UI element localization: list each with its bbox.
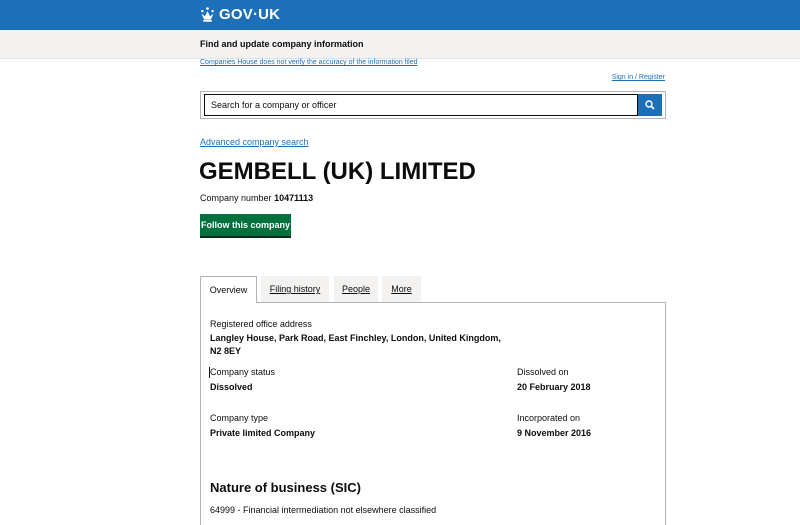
tab-filing-history[interactable]: Filing history [261, 276, 329, 302]
registered-office-label: Registered office address [210, 319, 312, 329]
search-icon [645, 100, 655, 110]
service-bar [0, 30, 800, 59]
company-type-label: Company type [210, 413, 269, 423]
advanced-search-link[interactable]: Advanced company search [200, 137, 309, 147]
follow-company-button[interactable]: Follow this company [200, 214, 291, 236]
search-input[interactable] [204, 94, 638, 116]
registered-office-line2: N2 8EY [210, 346, 242, 356]
dissolved-on-value: 20 February 2018 [517, 382, 591, 392]
govuk-header: GOV·UK [0, 0, 800, 30]
company-status-value: Dissolved [210, 382, 253, 392]
govuk-logo-link[interactable]: GOV·UK [219, 6, 280, 23]
tab-more[interactable]: More [382, 276, 421, 302]
crown-icon [201, 7, 214, 22]
company-name: GEMBELL (UK) LIMITED [199, 158, 476, 185]
service-name-link[interactable]: Find and update company information [200, 39, 364, 49]
company-type-value: Private limited Company [210, 428, 316, 438]
company-number-value: 10471113 [274, 193, 314, 203]
search-button[interactable] [638, 94, 662, 116]
company-number-label: Company number [200, 193, 272, 203]
search-form [200, 91, 666, 119]
dissolved-on-label: Dissolved on [517, 367, 569, 377]
tab-overview[interactable]: Overview [200, 276, 257, 303]
sic-item: 64999 - Financial intermediation not els… [210, 505, 437, 515]
incorporated-on-label: Incorporated on [517, 413, 581, 423]
sic-heading: Nature of business (SIC) [210, 480, 361, 495]
registered-office-line1: Langley House, Park Road, East Finchley,… [210, 333, 501, 343]
tab-people[interactable]: People [334, 276, 378, 302]
company-number: Company number 10471113 [200, 193, 313, 203]
incorporated-on-value: 9 November 2016 [517, 428, 592, 438]
signin-register-link[interactable]: Sign in / Register [612, 74, 665, 81]
company-status-label: Company status [210, 367, 276, 377]
disclaimer-link[interactable]: Companies House does not verify the accu… [200, 59, 418, 66]
